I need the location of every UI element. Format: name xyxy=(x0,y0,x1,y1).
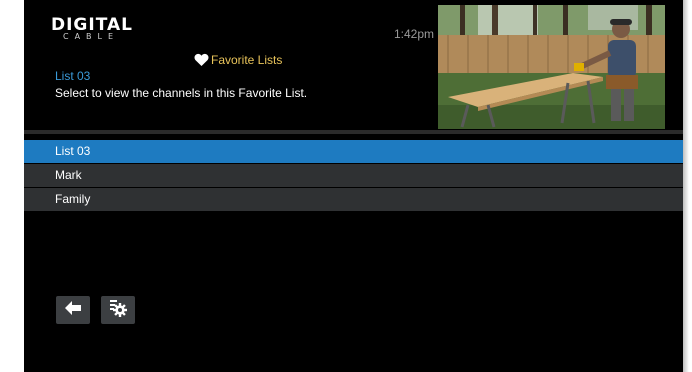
heart-icon xyxy=(194,53,209,67)
settings-gear-icon xyxy=(109,299,127,322)
screen-edge-shadow xyxy=(683,0,689,372)
live-video-preview xyxy=(438,5,665,129)
page-title: Favorite Lists xyxy=(211,53,283,67)
header-divider xyxy=(24,130,683,134)
digital-cable-logo: DIGITAL CABLE xyxy=(51,16,161,44)
back-arrow-icon xyxy=(65,300,81,320)
list-item-mark[interactable]: Mark xyxy=(24,164,683,187)
list-description: Select to view the channels in this Favo… xyxy=(55,86,308,100)
settings-button[interactable] xyxy=(101,296,135,324)
back-button[interactable] xyxy=(56,296,90,324)
tv-screen: DIGITAL CABLE 1:42pm Favorite Lists List… xyxy=(24,0,683,372)
list-item-list-03[interactable]: List 03 xyxy=(24,140,683,163)
favorite-lists: List 03 Mark Family xyxy=(24,140,683,212)
logo-sub-text: CABLE xyxy=(63,32,120,41)
clock: 1:42pm xyxy=(393,27,434,41)
page-title-group: Favorite Lists xyxy=(194,52,282,68)
selected-list-name: List 03 xyxy=(55,69,91,83)
list-item-family[interactable]: Family xyxy=(24,188,683,211)
